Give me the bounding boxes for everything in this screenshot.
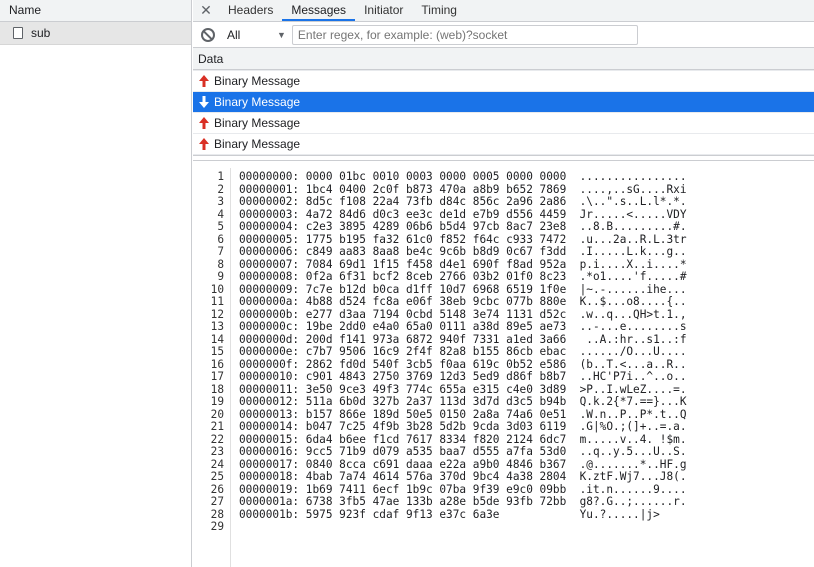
hex-line: 00000016: 9cc5 71b9 d079 a535 baa7 d555 … [239, 445, 687, 458]
document-icon [13, 27, 23, 39]
data-column-header[interactable]: Data [193, 48, 814, 70]
hex-line: 00000010: c901 4843 2750 3769 12d3 5ed9 … [239, 370, 687, 383]
line-number: 5 [217, 220, 224, 233]
line-number: 17 [210, 370, 224, 383]
line-number: 25 [210, 470, 224, 483]
chevron-down-icon[interactable]: ▼ [277, 30, 286, 40]
line-number: 15 [210, 345, 224, 358]
message-filter-bar: All ▼ [193, 22, 814, 48]
pane-splitter[interactable] [193, 156, 814, 161]
hex-line: 0000000e: c7b7 9506 16c9 2f4f 82a8 b155 … [239, 345, 687, 358]
hex-line: 0000000c: 19be 2dd0 e4a0 65a0 0111 a38d … [239, 320, 687, 333]
name-header-label: Name [9, 3, 42, 17]
hex-line: 0000001a: 6738 3fb5 47ae 133b a28e b5de … [239, 495, 687, 508]
message-row[interactable]: Binary Message [193, 134, 814, 155]
hex-line: 00000000: 0000 01bc 0010 0003 0000 0005 … [239, 170, 687, 183]
clear-messages-icon[interactable] [201, 27, 215, 42]
hex-line: 00000008: 0f2a 6f31 bcf2 8ceb 2766 03b2 … [239, 270, 687, 283]
line-number: 7 [217, 245, 224, 258]
hex-line: 00000004: c2e3 3895 4289 06b6 b5d4 97cb … [239, 220, 687, 233]
data-header-label: Data [198, 52, 224, 66]
message-label: Binary Message [214, 95, 301, 109]
hex-line: 00000018: 4bab 7a74 4614 576a 370d 9bc4 … [239, 470, 687, 483]
requests-panel: Name sub [0, 0, 192, 567]
tab-headers[interactable]: Headers [219, 0, 282, 21]
details-tabbar: ✕ Headers Messages Initiator Timing [193, 0, 814, 22]
line-number: 19 [210, 395, 224, 408]
arrow-up-icon [199, 138, 209, 150]
message-row[interactable]: Binary Message [193, 113, 814, 134]
message-row[interactable]: Binary Message [193, 71, 814, 92]
line-number-gutter: 1 2 3 4 5 6 7 8 9 10 11 12 13 14 15 16 17 18 19 20 21 22 23 24 2… [193, 168, 231, 567]
request-row-sub[interactable]: sub [0, 22, 191, 45]
hex-line: 00000012: 511a 6b0d 327b 2a37 113d 3d7d … [239, 395, 687, 408]
hex-line: 00000006: c849 aa83 8aa8 be4c 9c6b b8d9 … [239, 245, 687, 258]
name-column-header[interactable]: Name [0, 0, 191, 22]
tab-messages[interactable]: Messages [282, 0, 356, 21]
details-panel: ✕ Headers Messages Initiator Timing All … [193, 0, 814, 567]
message-label: Binary Message [214, 116, 301, 130]
line-number: 1 [217, 170, 224, 183]
message-label: Binary Message [214, 137, 301, 151]
line-number: 27 [210, 495, 224, 508]
arrow-up-icon [199, 75, 209, 87]
close-icon[interactable]: ✕ [193, 0, 219, 21]
hex-line: 00000014: b047 7c25 4f9b 3b28 5d2b 9cda … [239, 420, 687, 433]
message-type-select[interactable]: All [227, 28, 277, 42]
message-row-selected[interactable]: Binary Message [193, 92, 814, 113]
line-number: 3 [217, 195, 224, 208]
binary-hex-viewer[interactable]: 1 2 3 4 5 6 7 8 9 10 11 12 13 14 15 16 17 18 19 20 21 22 23 24 2… [193, 168, 814, 567]
arrow-down-icon [199, 96, 209, 108]
request-name: sub [31, 26, 51, 40]
tab-initiator[interactable]: Initiator [355, 0, 412, 21]
line-number: 13 [210, 320, 224, 333]
regex-filter-input[interactable] [291, 24, 638, 45]
hex-line: 0000000a: 4b88 d524 fc8a e06f 38eb 9cbc … [239, 295, 687, 308]
line-number: 9 [217, 270, 224, 283]
line-number: 21 [210, 420, 224, 433]
messages-list[interactable]: Binary Message Binary Message Binary Mes… [193, 70, 814, 156]
line-number: 11 [210, 295, 224, 308]
arrow-up-icon [199, 117, 209, 129]
hex-line: 0000001b: 5975 923f cdaf 9f13 e37c 6a3e … [239, 507, 660, 521]
line-number: 23 [210, 445, 224, 458]
tab-timing[interactable]: Timing [412, 0, 466, 21]
hex-line: 00000002: 8d5c f108 22a4 73fb d84c 856c … [239, 195, 687, 208]
message-label: Binary Message [214, 74, 301, 88]
line-number: 29 [210, 520, 224, 533]
